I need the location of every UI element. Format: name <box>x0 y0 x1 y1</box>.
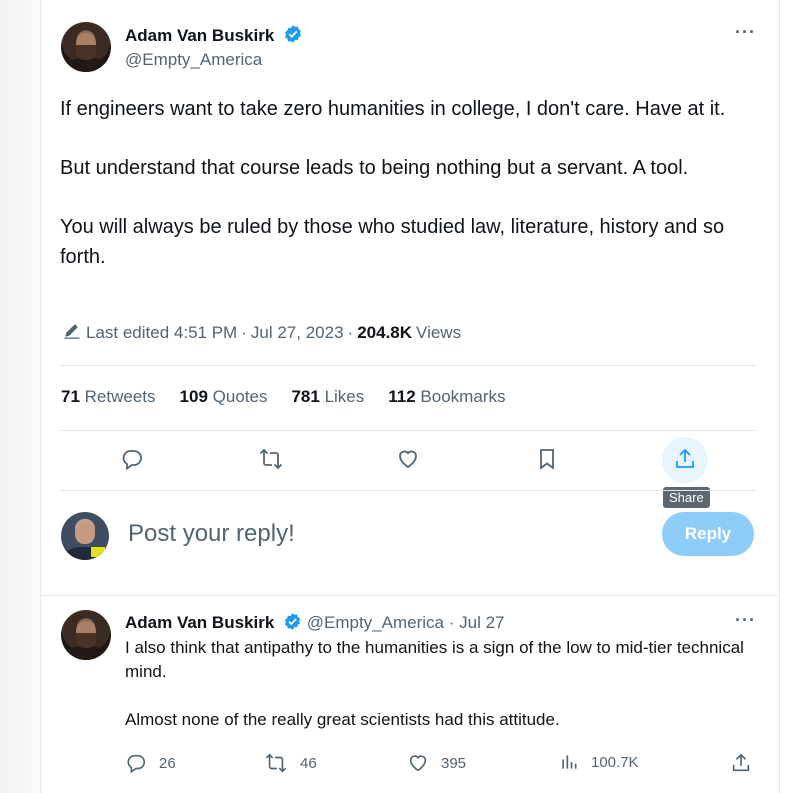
retweet-icon <box>265 753 287 773</box>
tweet-meta: Last edited 4:51 PM · Jul 27, 2023 · 204… <box>62 320 461 345</box>
tweet-paragraph: But understand that course leads to bein… <box>60 157 689 179</box>
reply-separator: · <box>448 613 455 632</box>
bookmark-icon[interactable] <box>532 444 562 474</box>
reply-actions: 26 46 395 100.7K <box>0 752 806 776</box>
tweet-paragraph: You will always be ruled by those who st… <box>60 216 725 268</box>
reply-input[interactable]: Post your reply! <box>128 520 295 548</box>
reply-author-avatar[interactable] <box>61 610 111 660</box>
edit-icon[interactable] <box>62 320 82 345</box>
author-name[interactable]: Adam Van Buskirk <box>125 26 274 45</box>
reply-retweet-action[interactable]: 46 <box>264 752 317 774</box>
tweet-paragraph: If engineers want to take zero humanitie… <box>60 98 726 120</box>
more-icon[interactable]: ··· <box>735 22 756 43</box>
reply-views-action[interactable]: 100.7K <box>559 752 639 772</box>
reply-share-action[interactable] <box>730 752 752 774</box>
views-count: 100.7K <box>591 753 639 771</box>
share-icon[interactable] <box>670 444 700 474</box>
retweet-count: 46 <box>300 754 317 772</box>
tweet-date[interactable]: Jul 27, 2023 <box>251 323 344 343</box>
page-gutter <box>0 0 40 793</box>
tweet-stats: 71 Retweets 109 Quotes 781 Likes 112 Boo… <box>61 387 505 407</box>
retweets-stat[interactable]: 71 Retweets <box>61 387 156 407</box>
reply-button[interactable]: Reply <box>662 512 754 556</box>
share-icon <box>732 753 750 772</box>
like-icon[interactable] <box>393 444 423 474</box>
reply-icon[interactable] <box>117 444 147 474</box>
author-handle[interactable]: @Empty_America <box>125 50 262 70</box>
reply-paragraph: Almost none of the really great scientis… <box>125 710 560 729</box>
tweet-text: If engineers want to take zero humanitie… <box>60 94 760 301</box>
like-count: 395 <box>441 754 467 772</box>
quotes-stat[interactable]: 109 Quotes <box>180 387 268 407</box>
reply-reply-action[interactable]: 26 <box>125 752 176 774</box>
views-icon <box>562 755 577 769</box>
reply-header: Adam Van Buskirk @Empty_America · Jul 27 <box>125 612 505 636</box>
my-avatar[interactable] <box>61 512 109 560</box>
reply-author-handle[interactable]: @Empty_America <box>307 613 444 632</box>
views-label: Views <box>416 322 462 342</box>
reply-text: I also think that antipathy to the human… <box>125 636 760 756</box>
views-count: 204.8K <box>357 322 413 342</box>
reply-like-action[interactable]: 395 <box>407 752 466 774</box>
verified-badge-icon <box>283 612 302 636</box>
tweet-actions <box>0 444 806 478</box>
divider <box>60 490 757 491</box>
reply-paragraph: I also think that antipathy to the human… <box>125 638 744 681</box>
reply-author-name[interactable]: Adam Van Buskirk <box>125 613 274 632</box>
bookmarks-stat[interactable]: 112 Bookmarks <box>388 387 505 407</box>
divider <box>60 365 757 366</box>
retweet-icon[interactable] <box>256 444 286 474</box>
reply-icon <box>127 754 146 774</box>
author-name-row[interactable]: Adam Van Buskirk <box>125 24 303 49</box>
reply-date[interactable]: Jul 27 <box>459 613 504 632</box>
divider <box>60 430 757 431</box>
edited-label[interactable]: Last edited 4:51 PM <box>86 323 237 343</box>
author-avatar[interactable] <box>61 22 111 72</box>
divider <box>40 595 778 596</box>
reply-count: 26 <box>159 754 176 772</box>
reply-more-icon[interactable]: ··· <box>735 610 756 631</box>
like-icon <box>409 755 427 772</box>
likes-stat[interactable]: 781 Likes <box>291 387 364 407</box>
verified-badge-icon <box>283 24 303 49</box>
